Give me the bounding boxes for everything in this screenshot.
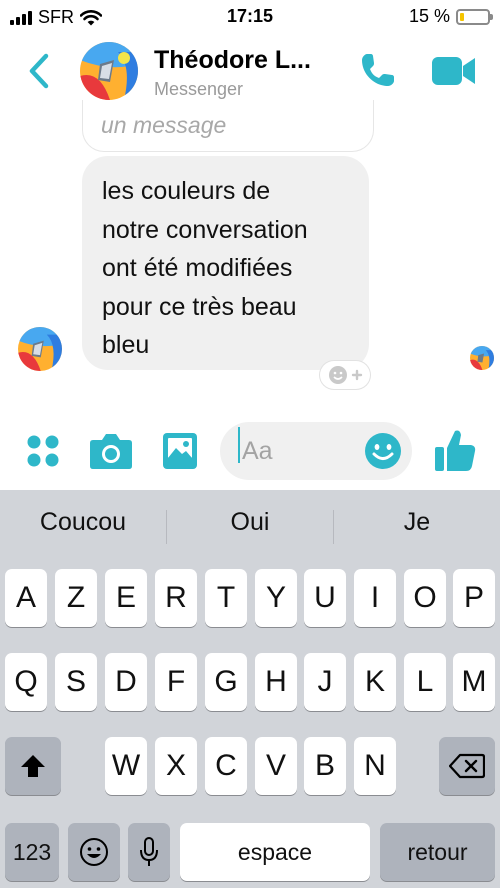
phone-icon[interactable] <box>358 50 398 90</box>
battery-percent: 15 % <box>408 6 450 26</box>
contact-subtitle: Messenger <box>154 79 244 99</box>
add-reaction-icon <box>329 366 363 384</box>
battery-level-fill <box>460 12 464 21</box>
shift-key[interactable] <box>5 737 61 795</box>
key[interactable]: T <box>205 569 247 627</box>
contact-name[interactable]: Théodore L... <box>154 46 311 75</box>
read-receipt-avatar <box>470 346 494 370</box>
key[interactable]: P <box>453 569 495 627</box>
message-line: pour ce très beau <box>102 292 297 321</box>
emoji-icon[interactable] <box>364 432 402 470</box>
message-input[interactable] <box>242 436 372 466</box>
key[interactable]: F <box>155 653 197 711</box>
message-text: les couleurs de notre conversation ont é… <box>102 172 349 365</box>
numbers-key[interactable]: 123 <box>5 823 59 881</box>
key[interactable]: U <box>304 569 346 627</box>
message-composer <box>0 418 500 490</box>
key[interactable]: K <box>354 653 396 711</box>
previous-message-text: un message <box>101 112 227 138</box>
key[interactable]: N <box>354 737 396 795</box>
microphone-icon <box>140 837 158 866</box>
image-icon[interactable] <box>162 432 198 470</box>
key[interactable]: S <box>55 653 97 711</box>
key[interactable]: E <box>105 569 147 627</box>
key[interactable]: M <box>453 653 495 711</box>
message-input-container[interactable] <box>220 422 412 480</box>
battery-icon <box>456 8 493 25</box>
return-key[interactable]: retour <box>380 823 495 881</box>
key[interactable]: B <box>304 737 346 795</box>
shift-arrow-icon <box>21 755 45 777</box>
key[interactable]: G <box>205 653 247 711</box>
key[interactable]: W <box>105 737 147 795</box>
key[interactable]: J <box>304 653 346 711</box>
emoji-key[interactable] <box>68 823 120 881</box>
space-key[interactable]: espace <box>180 823 370 881</box>
message-line: les couleurs de <box>102 177 271 205</box>
key[interactable]: C <box>205 737 247 795</box>
key[interactable]: Y <box>255 569 297 627</box>
autocomplete-bar: Coucou Oui Je <box>0 490 500 562</box>
key[interactable]: V <box>255 737 297 795</box>
backspace-key[interactable] <box>439 737 495 795</box>
previous-message-bubble: un message <box>82 100 374 152</box>
key[interactable]: Q <box>5 653 47 711</box>
emoji-keyboard-icon <box>80 838 108 866</box>
text-cursor <box>238 427 240 463</box>
apps-grid-icon[interactable] <box>25 433 61 469</box>
message-bubble[interactable]: les couleurs de notre conversation ont é… <box>82 156 369 370</box>
key[interactable]: O <box>404 569 446 627</box>
key[interactable]: A <box>5 569 47 627</box>
keyboard: Coucou Oui Je A Z E R T Y U I O P Q S D … <box>0 490 500 888</box>
key[interactable]: D <box>105 653 147 711</box>
message-line: ont été modifiées <box>102 254 293 282</box>
thumbs-up-icon[interactable] <box>434 428 476 472</box>
sender-avatar[interactable] <box>18 327 62 371</box>
key[interactable]: L <box>404 653 446 711</box>
status-bar: SFR 17:15 15 % <box>0 0 500 34</box>
suggestion-item[interactable]: Coucou <box>0 508 166 537</box>
video-camera-icon[interactable] <box>430 54 478 88</box>
add-reaction-button[interactable] <box>320 361 370 389</box>
contact-avatar[interactable] <box>80 42 138 100</box>
key[interactable]: H <box>255 653 297 711</box>
dictation-key[interactable] <box>128 823 170 881</box>
backspace-icon <box>449 753 485 779</box>
message-line: notre conversation <box>102 215 308 244</box>
status-right: 15 % <box>408 6 493 27</box>
message-line: bleu <box>102 331 150 359</box>
back-chevron-icon[interactable] <box>22 48 56 94</box>
suggestion-item[interactable]: Oui <box>167 508 333 537</box>
camera-icon[interactable] <box>89 432 133 470</box>
key[interactable]: I <box>354 569 396 627</box>
key[interactable]: R <box>155 569 197 627</box>
suggestion-item[interactable]: Je <box>334 508 500 537</box>
key[interactable]: X <box>155 737 197 795</box>
key[interactable]: Z <box>55 569 97 627</box>
